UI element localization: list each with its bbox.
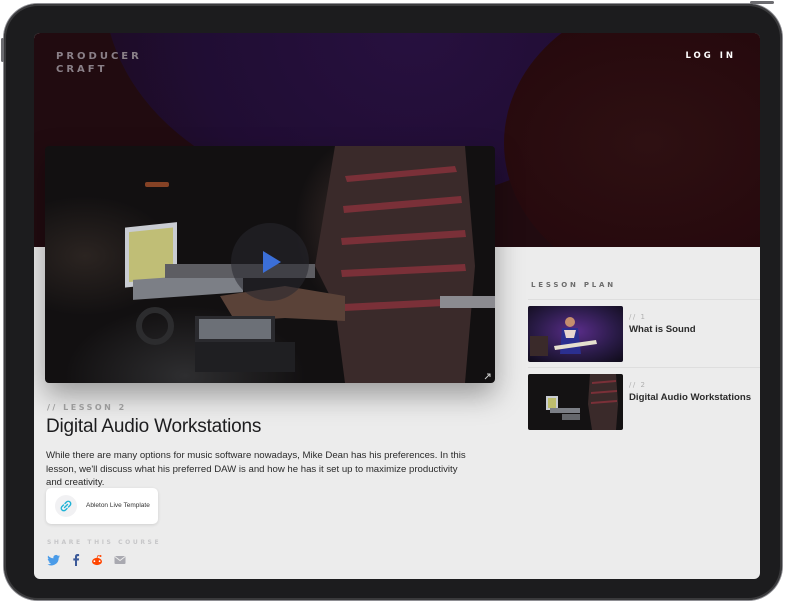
volume-button xyxy=(1,38,4,62)
lesson-2-number: // 2 xyxy=(629,381,647,389)
play-button[interactable] xyxy=(231,223,309,301)
lesson-2-title: Digital Audio Workstations xyxy=(629,392,752,403)
lesson-plan-item-2[interactable]: // 2 Digital Audio Workstations xyxy=(528,374,760,432)
link-icon-badge xyxy=(55,495,77,517)
lesson-plan-heading: LESSON PLAN xyxy=(531,281,616,289)
play-icon xyxy=(263,251,281,273)
lesson-1-title: What is Sound xyxy=(629,324,696,335)
right-keyboard xyxy=(440,296,495,308)
lesson-plan-item-1[interactable]: // 1 What is Sound xyxy=(528,306,760,364)
logo-line-1: PRODUCER xyxy=(56,51,142,62)
lesson-1-thumbnail xyxy=(528,306,623,362)
link-icon xyxy=(60,500,72,512)
brand-logo[interactable]: PRODUCER CRAFT xyxy=(56,50,142,76)
mixer-unit xyxy=(195,342,295,372)
mail-icon[interactable] xyxy=(113,553,127,567)
tablet-frame: PRODUCER CRAFT LOG IN // LESSON 2 Digita… xyxy=(1,1,782,600)
lesson-description: While there are many options for music s… xyxy=(46,450,466,488)
lamp-light xyxy=(145,182,169,187)
logo-line-2: CRAFT xyxy=(56,64,108,75)
login-button[interactable]: LOG IN xyxy=(685,51,736,61)
headphones xyxy=(136,307,174,345)
lesson-number-label: // LESSON 2 xyxy=(47,403,127,412)
share-label: SHARE THIS COURSE xyxy=(47,539,162,546)
resource-label: Ableton Live Template xyxy=(86,502,150,509)
red-gradient-shape xyxy=(504,33,760,247)
plan-divider xyxy=(528,299,760,300)
lesson-1-number: // 1 xyxy=(629,313,647,321)
resource-link-card[interactable]: Ableton Live Template xyxy=(46,488,158,524)
expand-icon[interactable] xyxy=(484,373,491,380)
lesson-2-thumbnail xyxy=(528,374,623,430)
launchpad-glow xyxy=(199,319,271,339)
reddit-icon[interactable] xyxy=(90,553,104,567)
facebook-icon[interactable] xyxy=(69,553,83,567)
twitter-icon[interactable] xyxy=(47,553,61,567)
app-screen: PRODUCER CRAFT LOG IN // LESSON 2 Digita… xyxy=(34,33,760,579)
lesson-title: Digital Audio Workstations xyxy=(46,416,262,437)
power-button xyxy=(750,1,774,4)
person-silhouette xyxy=(315,146,475,383)
plan-divider xyxy=(528,367,760,368)
video-player[interactable] xyxy=(45,146,495,383)
